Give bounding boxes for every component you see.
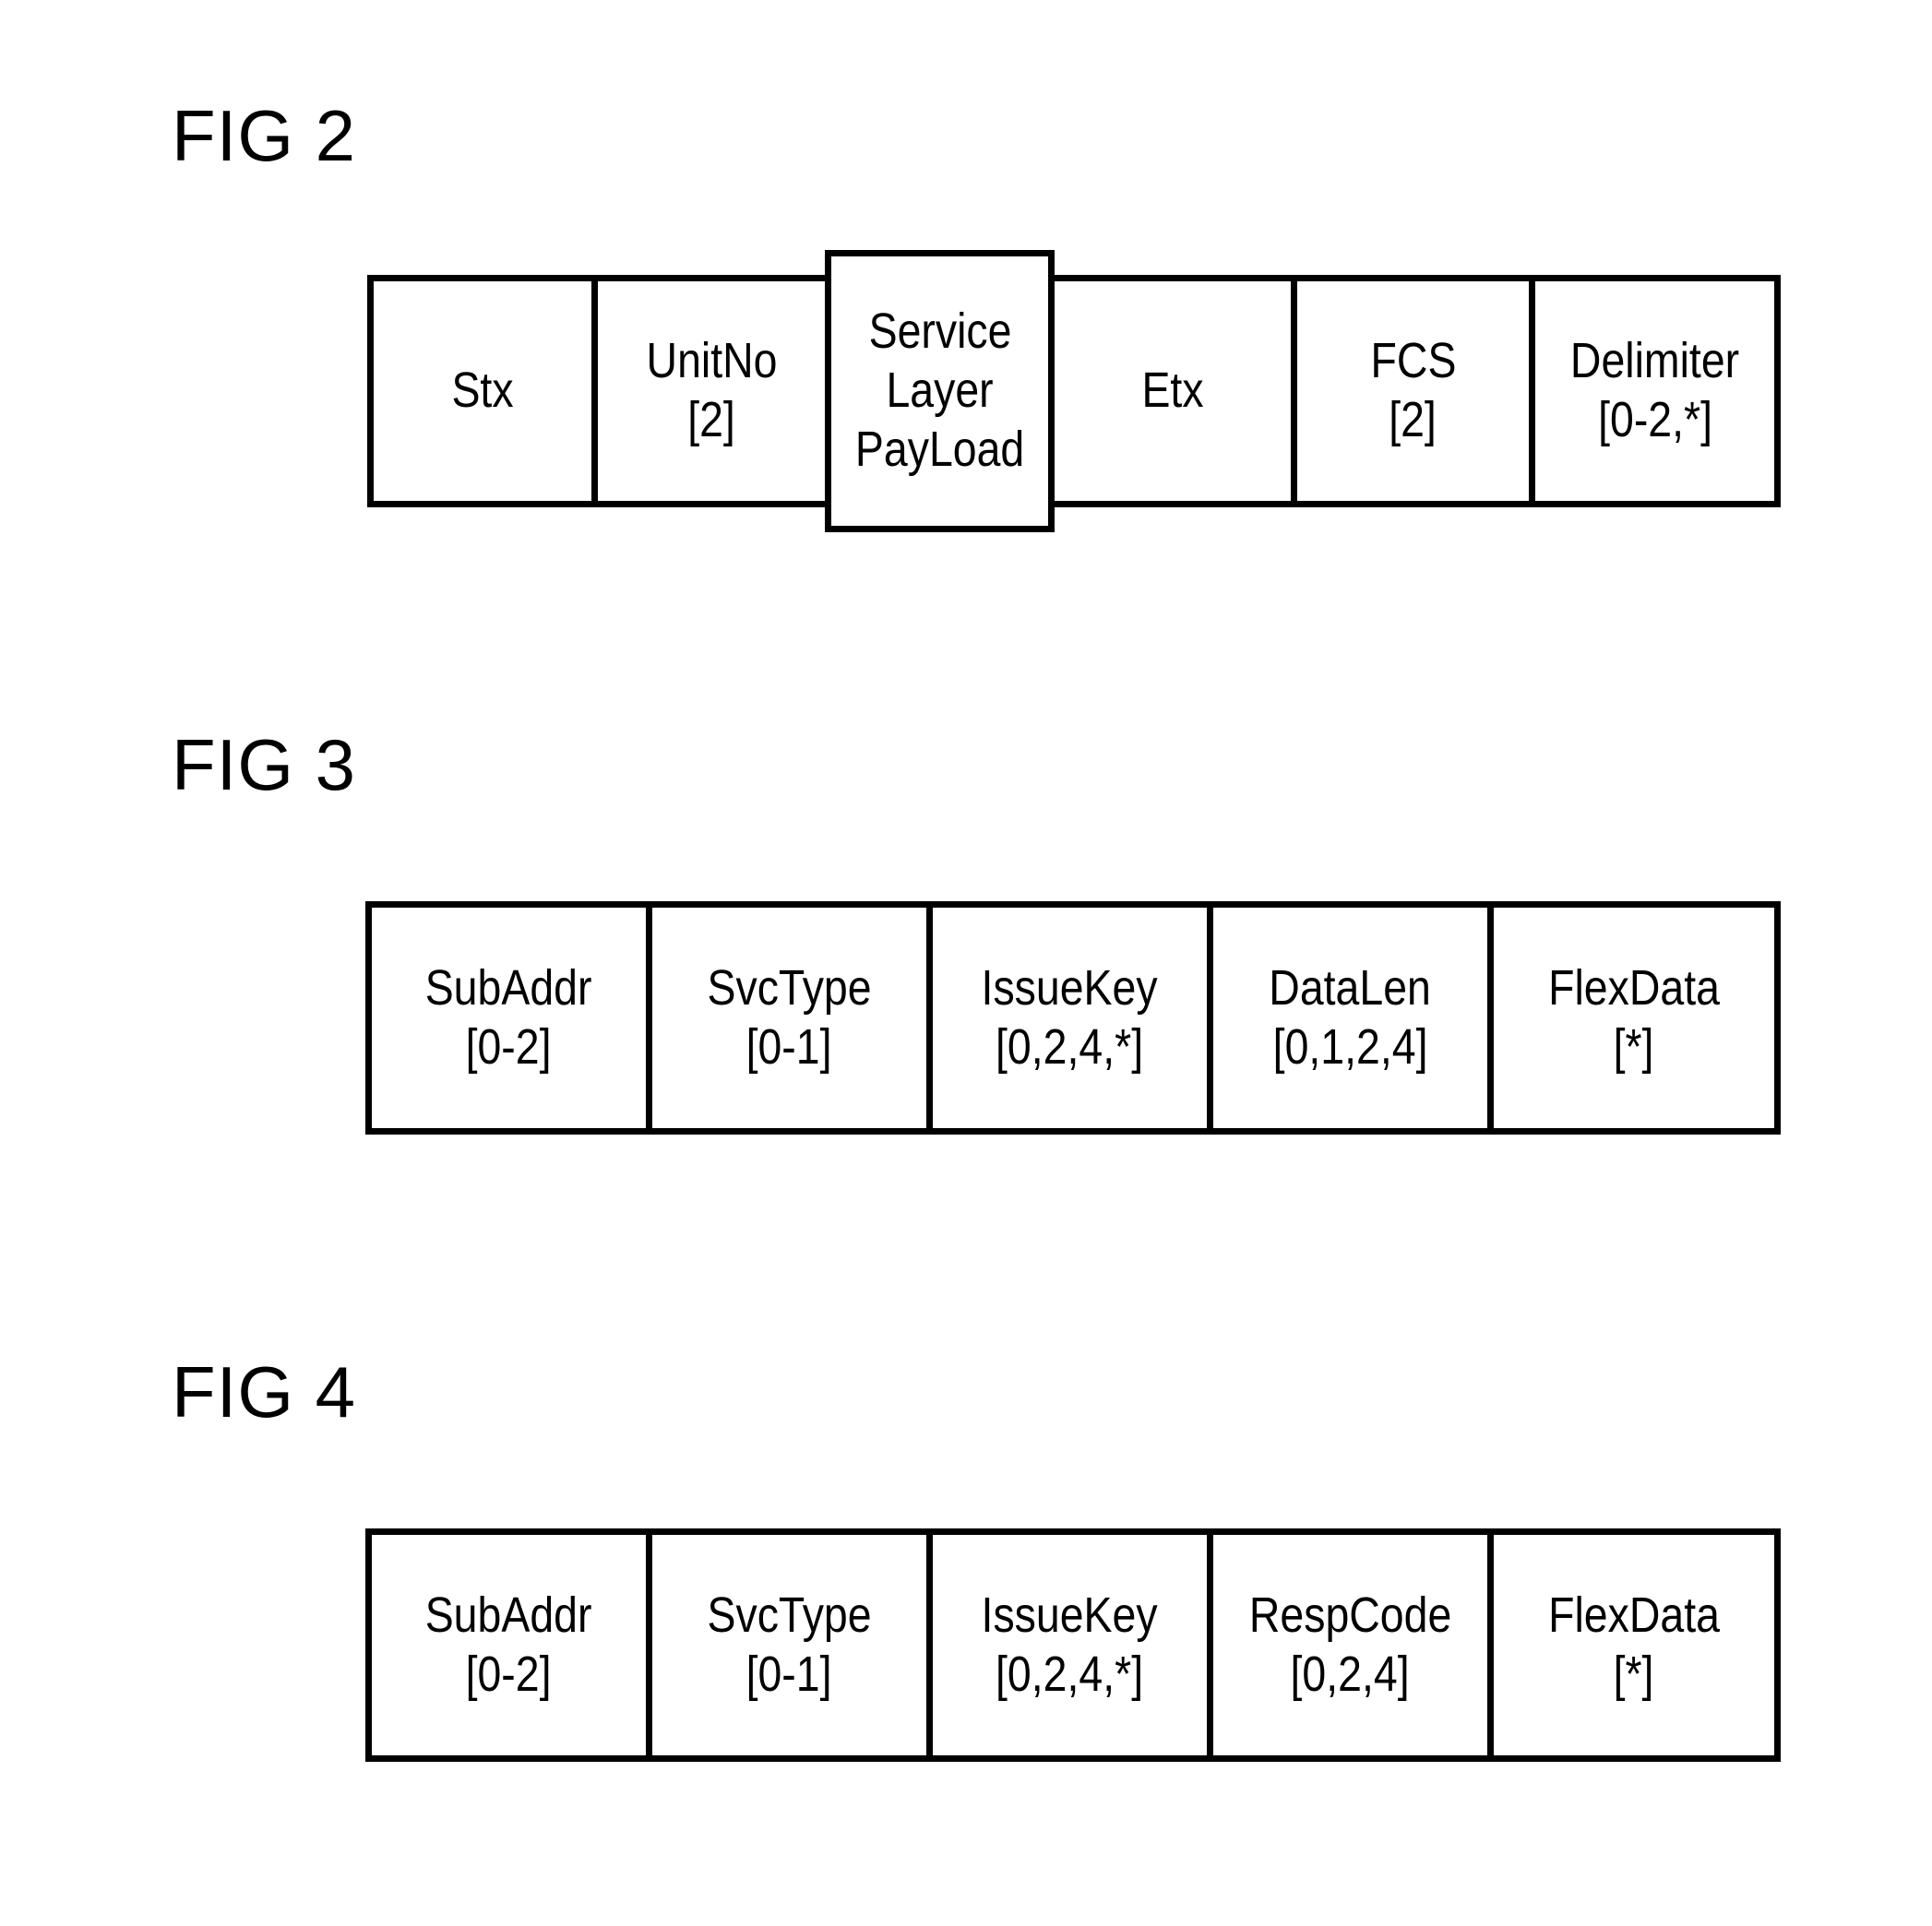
field-label-line: [*] (1614, 1646, 1654, 1702)
figure-title-fig4: FIG 4 (172, 1351, 357, 1433)
field-cell-datalen: DataLen [0,1,2,4] (1213, 908, 1494, 1128)
field-label-line: PayLoad (855, 421, 1025, 477)
frame-format-diagram-fig2: Stx UnitNo [2] Service Layer PayLoad Etx FCS [2]… (367, 250, 1781, 532)
field-cell-issuekey: IssueKey [0,2,4,*] (933, 1535, 1213, 1755)
drawing-sheet: FIG 2 Stx UnitNo [2] Service Layer PayLoad Etx… (0, 0, 1932, 1926)
frame-format-diagram-fig3: SubAddr [0-2] SvcType [0-1] IssueKey [0,2,4,*… (365, 901, 1781, 1135)
field-label-line: SubAddr (425, 959, 592, 1016)
field-label-line: Stx (451, 363, 514, 419)
field-label-line: [0,2,4,*] (996, 1646, 1144, 1702)
field-label-line: SubAddr (425, 1587, 592, 1643)
field-label-line: [*] (1614, 1018, 1654, 1075)
field-label-line: [0,2,4,*] (996, 1018, 1144, 1075)
field-cell-service-layer-payload: Service Layer PayLoad (825, 250, 1055, 532)
figure-title-fig2: FIG 2 (172, 95, 357, 176)
field-label-line: DataLen (1269, 959, 1432, 1016)
field-cell-subaddr: SubAddr [0-2] (372, 1535, 652, 1755)
field-label-line: [0-2] (466, 1646, 552, 1702)
field-label-line: [0,2,4] (1290, 1646, 1411, 1702)
field-label-line: [0-2,*] (1597, 392, 1712, 447)
field-cell-stx: Stx (374, 281, 598, 501)
field-label-line: [0-1] (746, 1018, 832, 1075)
figure-title-fig3: FIG 3 (172, 724, 357, 805)
field-label-line: Etx (1141, 363, 1204, 419)
field-label-line: [2] (687, 392, 735, 447)
field-label-line: Service (868, 303, 1012, 360)
field-cell-issuekey: IssueKey [0,2,4,*] (933, 908, 1213, 1128)
field-label-line: [2] (1389, 392, 1437, 447)
field-label-line: UnitNo (646, 333, 778, 389)
field-cell-delimiter: Delimiter [0-2,*] (1535, 281, 1774, 501)
field-label-line: FCS (1370, 333, 1456, 389)
field-label-line: RespCode (1248, 1587, 1452, 1643)
field-label-line: Layer (886, 363, 994, 419)
field-label-line: [0,1,2,4] (1272, 1018, 1428, 1075)
field-cell-svctype: SvcType [0-1] (652, 1535, 933, 1755)
field-label-line: [0-2] (466, 1018, 552, 1075)
field-cell-svctype: SvcType [0-1] (652, 908, 933, 1128)
field-label-line: IssueKey (981, 1587, 1159, 1643)
field-cell-flexdata: FlexData [*] (1494, 1535, 1774, 1755)
frame-format-diagram-fig4: SubAddr [0-2] SvcType [0-1] IssueKey [0,2,4,*… (365, 1528, 1781, 1762)
field-label-line: FlexData (1548, 959, 1720, 1016)
field-label-line: Delimiter (1570, 333, 1740, 389)
field-cell-fcs: FCS [2] (1296, 281, 1536, 501)
field-cell-unitno: UnitNo [2] (597, 281, 826, 501)
field-label-line: SvcType (707, 959, 872, 1016)
field-label-line: IssueKey (981, 959, 1159, 1016)
field-label-line: SvcType (707, 1587, 872, 1643)
field-label-line: FlexData (1548, 1587, 1720, 1643)
field-label-line: [0-1] (746, 1646, 832, 1702)
field-cell-etx: Etx (1055, 281, 1297, 501)
field-cell-subaddr: SubAddr [0-2] (372, 908, 652, 1128)
field-cell-flexdata: FlexData [*] (1494, 908, 1774, 1128)
field-cell-respcode: RespCode [0,2,4] (1213, 1535, 1494, 1755)
